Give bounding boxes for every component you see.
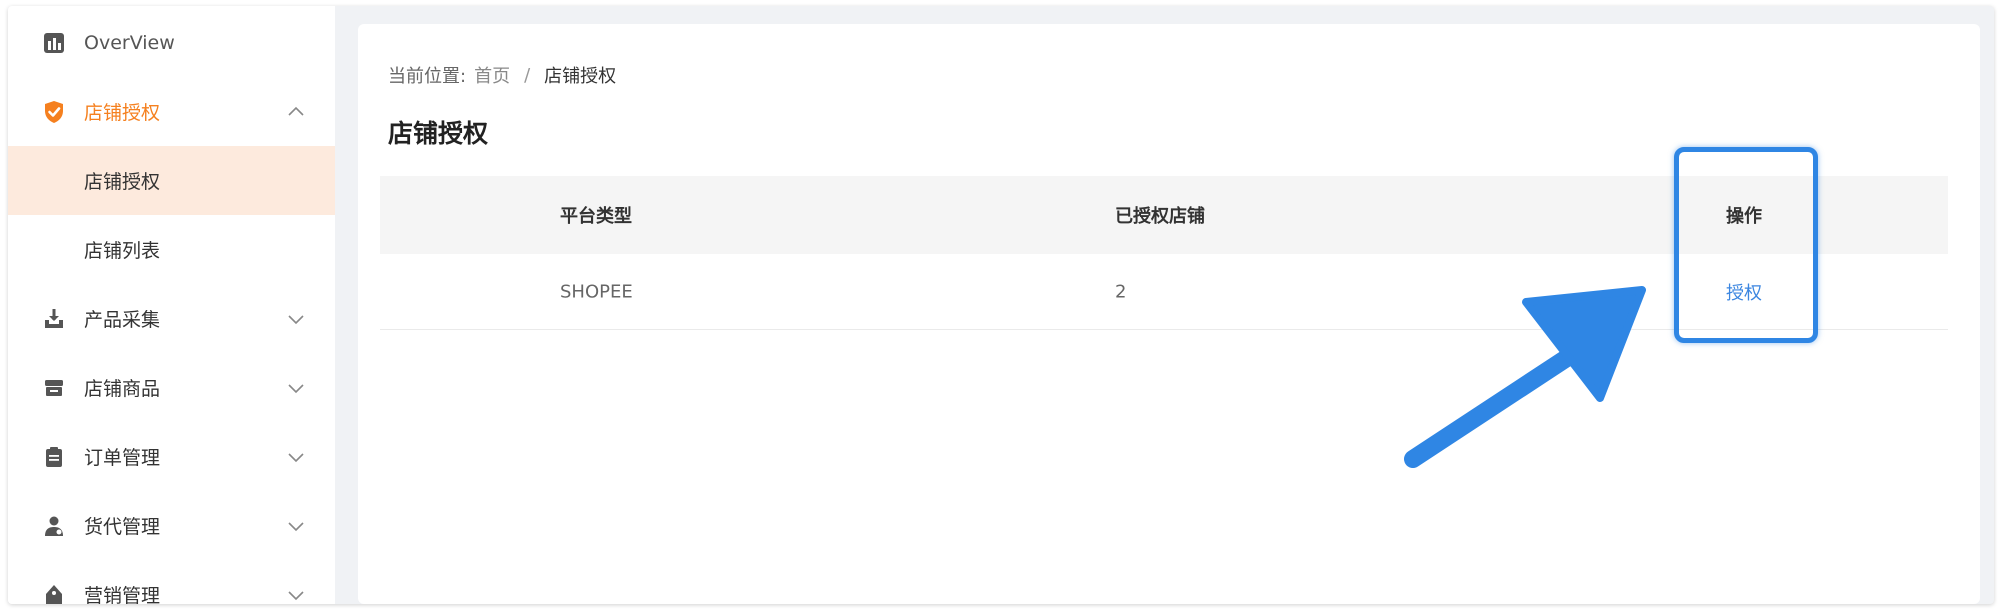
authorize-link[interactable]: 授权 (1726, 279, 1762, 305)
breadcrumb: 当前位置: 首页 / 店铺授权 (388, 62, 616, 88)
bar-chart-icon (42, 31, 66, 55)
chevron-down-icon (288, 452, 304, 462)
column-header-authorized-shops: 已授权店铺 (1115, 206, 1205, 227)
column-header-platform: 平台类型 (560, 206, 632, 227)
sidebar-item-overview[interactable]: OverView (8, 8, 335, 77)
sidebar-item-label: 店铺商品 (84, 378, 161, 400)
sidebar-item-label: 货代管理 (84, 516, 161, 538)
content-card: 当前位置: 首页 / 店铺授权 店铺授权 平台类型 已授权店铺 操作 SHOPE… (358, 24, 1980, 604)
clipboard-icon (42, 445, 66, 469)
chevron-down-icon (288, 590, 304, 600)
page-title: 店铺授权 (388, 119, 489, 148)
sidebar-item-shop-auth[interactable]: 店铺授权 (8, 77, 335, 146)
user-icon (42, 514, 66, 538)
sidebar-subitem-label: 店铺列表 (84, 240, 161, 262)
table-header: 平台类型 已授权店铺 操作 (380, 176, 1948, 254)
sidebar: OverView 店铺授权 店铺授权 店铺列表 产品采集 店铺商品 订单管理 货… (8, 6, 335, 604)
sidebar-item-orders[interactable]: 订单管理 (8, 422, 335, 491)
chevron-down-icon (288, 521, 304, 531)
breadcrumb-current: 店铺授权 (544, 66, 617, 87)
chevron-down-icon (288, 314, 304, 324)
sidebar-item-label: 产品采集 (84, 309, 161, 331)
app-frame: OverView 店铺授权 店铺授权 店铺列表 产品采集 店铺商品 订单管理 货… (8, 6, 1994, 604)
tag-icon (42, 583, 66, 604)
download-icon (42, 307, 66, 331)
sidebar-item-shop-products[interactable]: 店铺商品 (8, 353, 335, 422)
column-header-action: 操作 (1726, 206, 1762, 227)
cell-authorized-count: 2 (1115, 281, 1127, 302)
breadcrumb-home-link[interactable]: 首页 (474, 62, 510, 88)
sidebar-item-product-collect[interactable]: 产品采集 (8, 284, 335, 353)
sidebar-item-forwarder[interactable]: 货代管理 (8, 491, 335, 560)
cell-platform: SHOPEE (560, 281, 633, 302)
sidebar-item-label: 店铺授权 (84, 102, 161, 124)
shield-check-icon (42, 100, 66, 124)
sidebar-item-label: OverView (84, 31, 175, 54)
sidebar-item-label: 营销管理 (84, 585, 161, 604)
breadcrumb-separator: / (524, 64, 531, 86)
sidebar-item-marketing[interactable]: 营销管理 (8, 560, 335, 604)
sidebar-item-label: 订单管理 (84, 447, 161, 469)
store-icon (42, 376, 66, 400)
sidebar-subitem-shop-list[interactable]: 店铺列表 (8, 215, 335, 284)
chevron-down-icon (288, 383, 304, 393)
table-row: SHOPEE 2 授权 (380, 254, 1948, 330)
sidebar-subitem-shop-auth[interactable]: 店铺授权 (8, 146, 335, 215)
chevron-up-icon (288, 106, 304, 116)
breadcrumb-prefix: 当前位置: (388, 66, 467, 87)
sidebar-subitem-label: 店铺授权 (84, 171, 161, 193)
